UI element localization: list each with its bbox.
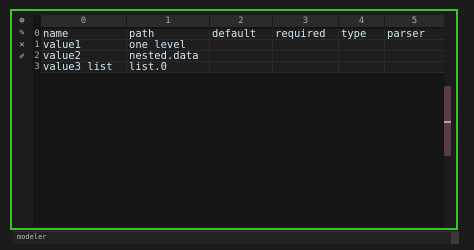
table-cell[interactable]: path — [127, 29, 210, 40]
table-cell[interactable]: nested.data — [127, 51, 210, 62]
table-cell[interactable]: type — [339, 29, 385, 40]
status-bar-handle[interactable] — [451, 232, 459, 244]
column-index-5[interactable]: 5 — [385, 15, 445, 27]
table-cell[interactable] — [210, 51, 273, 62]
table-cell[interactable]: name — [41, 29, 127, 40]
table-cell[interactable] — [210, 62, 273, 73]
viewer-toolbar: ⊕ ✎ ✕ ✐ — [12, 16, 32, 66]
status-label: modeler — [17, 233, 47, 241]
table-grid[interactable]: 0 1 2 3 4 5 0 1 2 3 name path default re… — [33, 15, 445, 226]
scrollbar-marker — [444, 121, 451, 123]
table-cell[interactable]: required — [273, 29, 339, 40]
table-cell[interactable] — [339, 40, 385, 51]
column-index-3[interactable]: 3 — [273, 15, 339, 27]
table-cell[interactable] — [385, 62, 445, 73]
close-icon[interactable]: ✕ — [12, 40, 32, 51]
column-index-2[interactable]: 2 — [210, 15, 273, 27]
table-cell[interactable] — [273, 62, 339, 73]
table-cell[interactable]: list.0 — [127, 62, 210, 73]
table-cell[interactable]: value1 — [41, 40, 127, 51]
target-icon[interactable]: ⊕ — [12, 16, 32, 27]
table-cell[interactable]: one_level — [127, 40, 210, 51]
table-cell[interactable] — [339, 51, 385, 62]
row-index-1[interactable]: 1 — [33, 40, 41, 51]
table-cell[interactable]: value3_list — [41, 62, 127, 73]
table-cell[interactable] — [385, 51, 445, 62]
column-index-0[interactable]: 0 — [41, 15, 127, 27]
edit-icon[interactable]: ✐ — [12, 52, 32, 63]
table-cell[interactable] — [273, 51, 339, 62]
status-bar: modeler — [13, 231, 459, 244]
table-cell[interactable]: default — [210, 29, 273, 40]
column-index-4[interactable]: 4 — [339, 15, 385, 27]
table-cell[interactable]: parser — [385, 29, 445, 40]
table-cell[interactable] — [385, 40, 445, 51]
vertical-scrollbar[interactable] — [444, 19, 451, 225]
pin-icon[interactable]: ✎ — [12, 28, 32, 39]
row-index-3[interactable]: 3 — [33, 62, 41, 73]
row-index-2[interactable]: 2 — [33, 51, 41, 62]
column-index-1[interactable]: 1 — [127, 15, 210, 27]
table-cell[interactable] — [210, 40, 273, 51]
table-cell[interactable]: value2 — [41, 51, 127, 62]
table-cell[interactable] — [273, 40, 339, 51]
table-cell[interactable] — [339, 62, 385, 73]
row-index-0[interactable]: 0 — [33, 29, 41, 40]
